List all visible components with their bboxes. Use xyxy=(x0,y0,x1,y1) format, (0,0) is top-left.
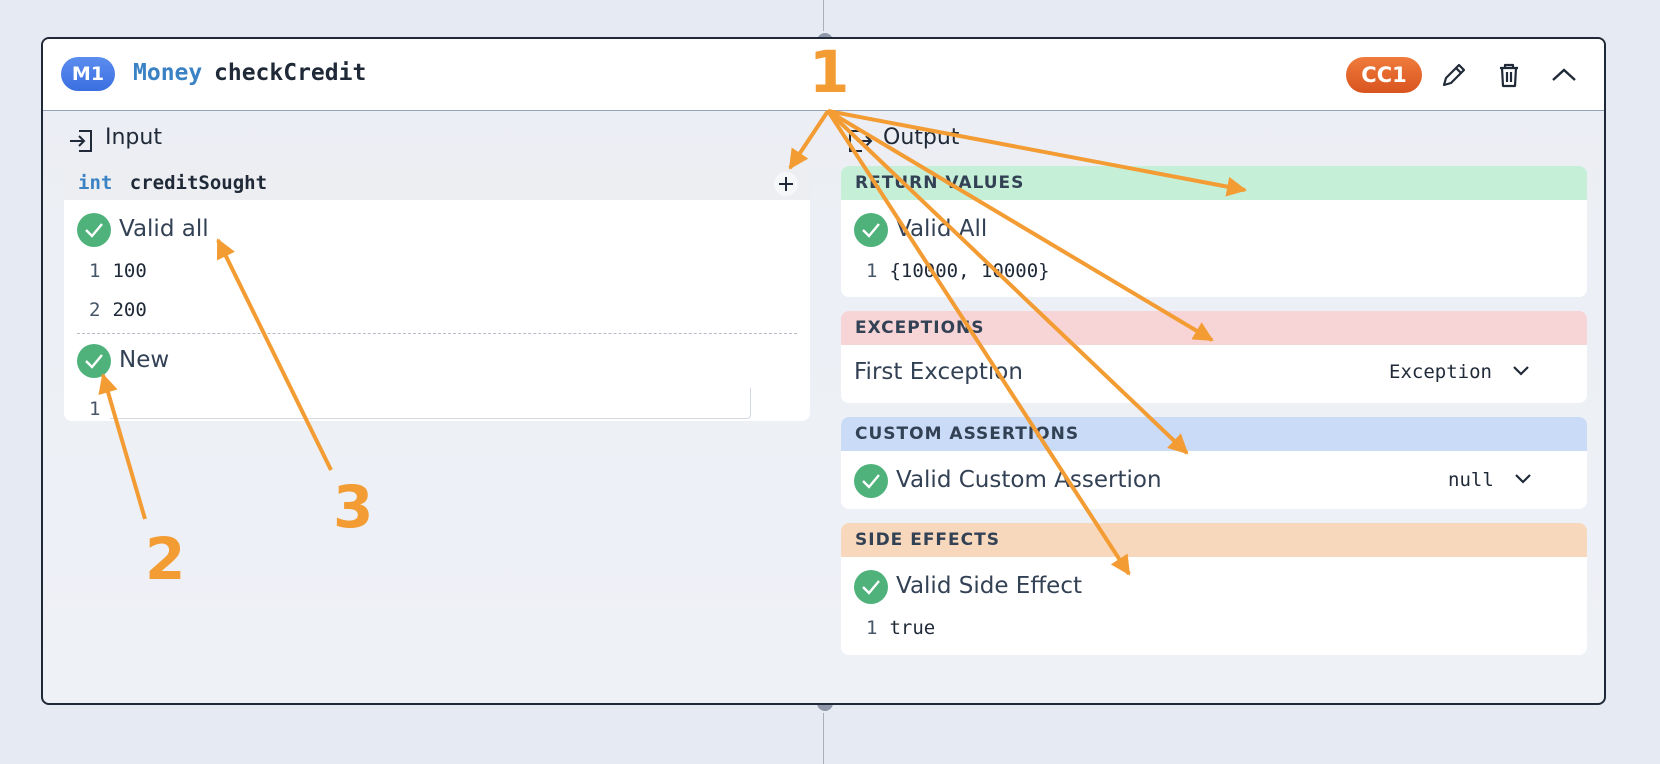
return-values-header: RETURN VALUES xyxy=(841,166,1587,200)
plus-icon[interactable] xyxy=(774,172,798,196)
input-row[interactable]: 2 200 xyxy=(89,299,147,321)
new-value-input[interactable] xyxy=(110,388,751,419)
divider xyxy=(77,333,797,334)
return-values-panel: RETURN VALUES Valid All 1 {10000, 10000} xyxy=(841,166,1587,297)
annotation-2: 2 xyxy=(145,525,186,593)
input-row: 1 xyxy=(89,398,101,420)
param-name: creditSought xyxy=(129,172,268,194)
group-label-valid-all[interactable]: Valid all xyxy=(119,216,209,242)
input-row[interactable]: 1 100 xyxy=(89,260,147,282)
annotation-1: 1 xyxy=(809,38,850,106)
exceptions-header: EXCEPTIONS xyxy=(841,311,1587,345)
side-effect-row[interactable]: 1 true xyxy=(866,617,935,639)
return-value-row[interactable]: 1 {10000, 10000} xyxy=(866,260,1050,282)
input-panel: int creditSought Valid all 1 100 2 200 New… xyxy=(64,166,810,421)
input-icon xyxy=(67,127,95,159)
exceptions-panel: EXCEPTIONS First Exception Exception xyxy=(841,311,1587,403)
class-name: Money xyxy=(133,60,203,86)
method-card: M1 Money checkCredit CC1 Input int credi… xyxy=(41,37,1606,705)
assertion-dropdown[interactable]: null xyxy=(1448,469,1533,491)
output-icon xyxy=(846,127,874,159)
output-title: Output xyxy=(883,125,960,150)
check-icon[interactable] xyxy=(854,464,888,498)
chevron-down-icon xyxy=(1515,474,1531,484)
input-title: Input xyxy=(105,125,162,150)
exception-dropdown[interactable]: Exception xyxy=(1389,361,1531,383)
side-effects-header: SIDE EFFECTS xyxy=(841,523,1587,557)
chevron-down-icon xyxy=(1513,366,1530,376)
custom-assertions-header: CUSTOM ASSERTIONS xyxy=(841,417,1587,451)
method-badge: M1 xyxy=(61,57,115,91)
param-type: int xyxy=(78,172,113,194)
check-icon[interactable] xyxy=(854,213,888,247)
param-header: int creditSought xyxy=(64,166,810,200)
check-icon[interactable] xyxy=(77,213,111,247)
custom-assertion-label[interactable]: Valid Custom Assertion xyxy=(896,467,1162,493)
check-icon[interactable] xyxy=(854,570,888,604)
pencil-icon[interactable] xyxy=(1438,59,1470,91)
check-icon[interactable] xyxy=(77,344,111,378)
cc-badge[interactable]: CC1 xyxy=(1346,57,1422,93)
annotation-3: 3 xyxy=(333,473,374,541)
side-effects-panel: SIDE EFFECTS Valid Side Effect 1 true xyxy=(841,523,1587,655)
chevron-up-icon[interactable] xyxy=(1548,59,1580,91)
side-effect-label[interactable]: Valid Side Effect xyxy=(896,573,1082,599)
return-value-label[interactable]: Valid All xyxy=(896,216,987,242)
custom-assertions-panel: CUSTOM ASSERTIONS Valid Custom Assertion… xyxy=(841,417,1587,509)
group-label-new[interactable]: New xyxy=(119,347,169,373)
trash-icon[interactable] xyxy=(1493,59,1525,91)
exception-label[interactable]: First Exception xyxy=(854,359,1023,385)
method-name: checkCredit xyxy=(214,60,367,86)
